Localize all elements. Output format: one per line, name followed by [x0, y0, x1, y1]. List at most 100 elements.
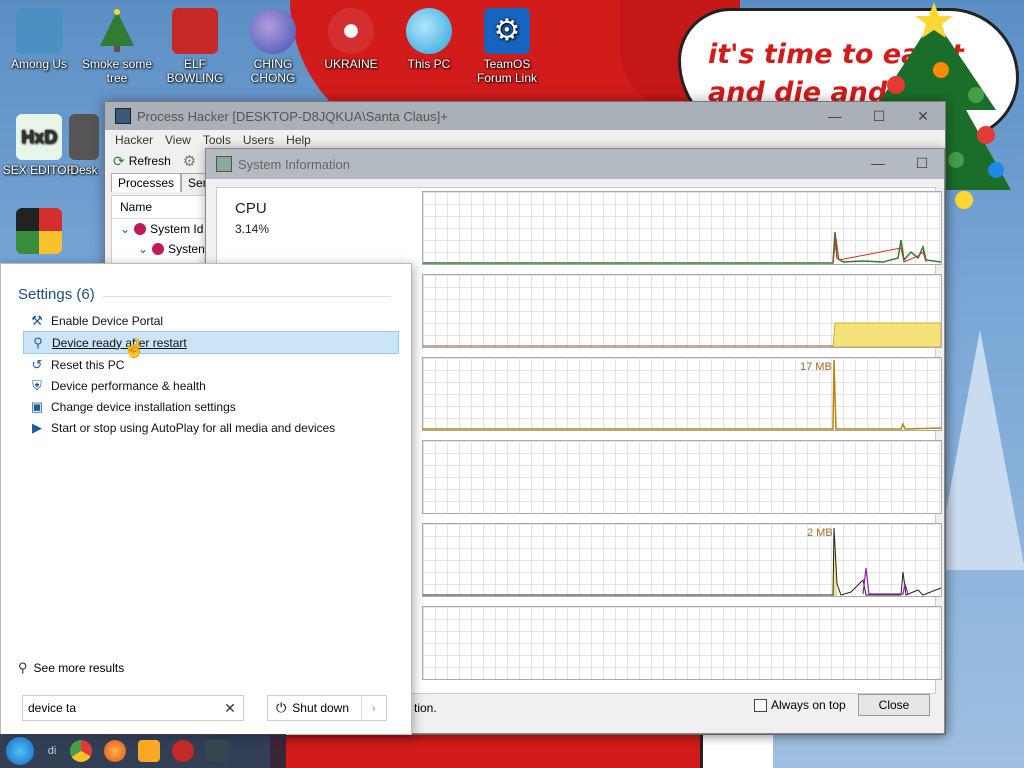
menu-item-help[interactable]: Help [286, 133, 311, 147]
process-hacker-app-icon [115, 108, 131, 124]
desktop-icon-among-us[interactable]: Among Us [2, 8, 76, 71]
desktop-icon-label: UKRAINE [324, 57, 378, 71]
clear-search-icon[interactable]: ✕ [220, 700, 240, 717]
settings-section-title: Settings (6) [18, 286, 95, 303]
shut-down-button[interactable]: ⏻ Shut down › [267, 695, 387, 721]
this-pc-icon [406, 8, 452, 54]
shield-icon: ⛨ [32, 377, 42, 393]
options-gear-icon[interactable]: ⚙ [183, 152, 196, 170]
mouse-cursor-icon: ☝ [123, 338, 146, 358]
network-graph[interactable] [422, 606, 942, 680]
see-more-results-label: See more results [33, 661, 125, 675]
desktop-icon-elf-bowling[interactable]: ELF BOWLING [158, 8, 232, 85]
wallpaper-white-patch [700, 730, 773, 768]
ornament-ball-icon [250, 8, 296, 54]
search-result-label: Change device installation settings [51, 399, 236, 414]
menu-bar: Hacker View Tools Users Help [105, 130, 945, 150]
taskbar: di [0, 734, 286, 768]
minimize-button[interactable]: — [856, 149, 900, 177]
elf-bowling-icon [172, 8, 218, 54]
desktop-icon-label: Smoke some tree [81, 57, 153, 85]
maximize-button[interactable]: ☐ [900, 149, 944, 177]
close-button[interactable]: ✕ [901, 102, 945, 130]
menu-item-tools[interactable]: Tools [203, 133, 231, 147]
tab-processes[interactable]: Processes [111, 173, 182, 192]
among-us-icon [16, 8, 62, 54]
refresh-button[interactable]: Refresh [129, 154, 171, 168]
desktop-icon-smoke-some-tree[interactable]: Smoke some tree [80, 8, 154, 85]
search-input[interactable] [23, 700, 220, 716]
process-icon [152, 243, 165, 255]
firefox-icon[interactable] [104, 740, 126, 762]
desktop-icon-ukraine[interactable]: UKRAINE [314, 8, 388, 71]
menu-item-view[interactable]: View [165, 133, 191, 147]
close-button[interactable]: Close [858, 694, 930, 716]
process-row[interactable]: ⌄ Systen [112, 239, 212, 259]
process-row[interactable]: ⌄ System Id [112, 219, 212, 239]
dev-app-icon[interactable] [172, 740, 194, 762]
disk-graph[interactable]: 2 MB [422, 523, 942, 597]
search-result-change-device-installation-settings[interactable]: ▣ Change device installation settings [23, 396, 399, 417]
tools-icon: ⚒ [31, 312, 43, 328]
cpu-usage-value: 3.14% [235, 222, 270, 236]
hex-editor-icon: HxD [16, 114, 62, 160]
always-on-top-label: Always on top [771, 698, 846, 712]
desktop-icon-desk[interactable]: Desk [64, 114, 104, 177]
process-hacker-titlebar[interactable]: Process Hacker [DESKTOP-D8JQKUA\Santa Cl… [105, 102, 945, 130]
process-hacker-taskbar-icon[interactable] [206, 740, 228, 762]
shut-down-label: Shut down [292, 701, 350, 715]
file-explorer-icon[interactable] [138, 740, 160, 762]
desktop-icon-label: TeamOS Forum Link [476, 57, 538, 85]
desktop-icon-ching-chong[interactable]: CHING CHONG [236, 8, 310, 85]
gear-icon: ⚙ [484, 8, 530, 54]
computer-icon: ▣ [30, 398, 44, 414]
cpu-graph[interactable] [422, 191, 942, 265]
search-result-device-performance-health[interactable]: ⛨ Device performance & health [23, 375, 399, 396]
search-result-label: Start or stop using AutoPlay for all med… [51, 420, 336, 435]
column-header-name[interactable]: Name [112, 196, 212, 219]
process-name: Systen [168, 242, 205, 256]
menu-item-hacker[interactable]: Hacker [115, 133, 153, 147]
expand-chevron-icon[interactable]: ⌄ [120, 222, 130, 236]
search-result-enable-device-portal[interactable]: ⚒ Enable Device Portal [23, 310, 399, 331]
chrome-icon[interactable] [70, 740, 92, 762]
radiation-symbol-icon [328, 8, 374, 54]
maximize-button[interactable]: ☐ [857, 102, 901, 130]
minimize-button[interactable]: — [813, 102, 857, 130]
desktop-icon-app[interactable] [2, 208, 76, 257]
search-box[interactable]: ✕ [22, 695, 244, 721]
system-information-titlebar[interactable]: System Information — ☐ [206, 149, 944, 179]
always-on-top-checkbox[interactable]: Always on top [754, 698, 846, 712]
expand-chevron-icon[interactable]: ⌄ [138, 242, 148, 256]
taskbar-partial-text: di [47, 745, 57, 757]
colorful-app-icon [16, 208, 62, 254]
desktop-icon-label: CHING CHONG [250, 57, 296, 85]
gpu-graph[interactable] [422, 440, 942, 514]
desktop-icon-this-pc[interactable]: This PC [392, 8, 466, 71]
shut-down-options-chevron-icon[interactable]: › [360, 696, 386, 720]
menu-item-users[interactable]: Users [243, 133, 274, 147]
window-title: Process Hacker [DESKTOP-D8JQKUA\Santa Cl… [137, 108, 448, 124]
desktop-icon-teamos-forum-link[interactable]: ⚙ TeamOS Forum Link [470, 8, 544, 85]
search-result-autoplay[interactable]: ▶ Start or stop using AutoPlay for all m… [23, 417, 399, 438]
desktop-icon-label: Among Us [10, 57, 68, 71]
start-search-panel: Settings (6) ⚒ Enable Device Portal ⚲ De… [0, 263, 412, 735]
power-icon: ⏻ [276, 700, 287, 715]
search-magnifier-icon: ⚲ [33, 334, 43, 350]
footer-text: tion. [414, 701, 437, 715]
refresh-icon: ⟳ [113, 152, 125, 169]
search-result-label: Device ready after restart [52, 335, 187, 350]
search-results-list: ⚒ Enable Device Portal ⚲ Device ready af… [23, 310, 399, 438]
cpu-label: CPU [235, 200, 267, 217]
io-graph[interactable]: 17 MB [422, 357, 942, 431]
search-result-reset-this-pc[interactable]: ↺ Reset this PC [23, 354, 399, 375]
snowy-tree-decoration [935, 330, 1024, 570]
memory-graph[interactable] [422, 274, 942, 348]
desk-icon [69, 114, 99, 160]
search-result-label: Device performance & health [51, 378, 206, 393]
checkbox-box[interactable] [754, 698, 767, 712]
see-more-results-link[interactable]: ⚲ See more results [18, 660, 124, 676]
search-result-label: Reset this PC [51, 357, 125, 372]
start-orb-icon[interactable] [6, 737, 34, 765]
search-result-device-ready-after-restart[interactable]: ⚲ Device ready after restart [23, 331, 399, 354]
